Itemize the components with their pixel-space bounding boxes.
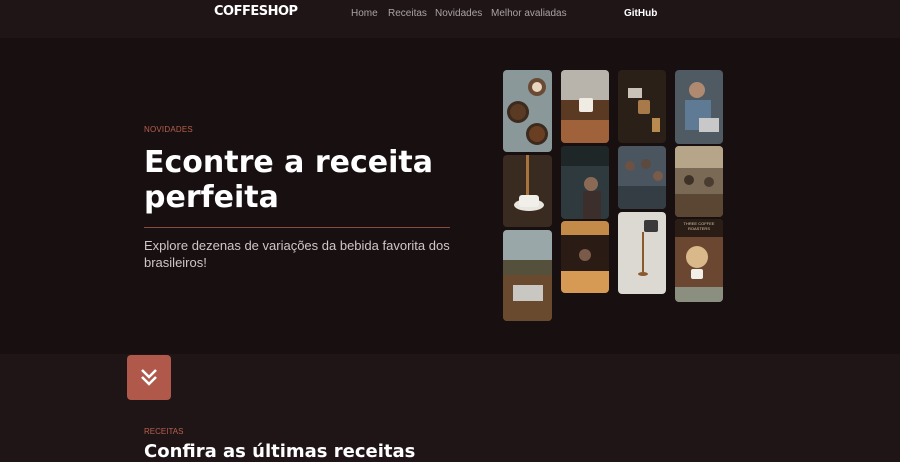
nav-link-novidades[interactable]: Novidades (435, 8, 482, 19)
gallery-image (618, 70, 666, 143)
nav-link-melhor-avaliadas[interactable]: Melhor avaliadas (491, 8, 567, 19)
logo[interactable]: COFFESHOP (214, 4, 298, 19)
gallery-image (675, 70, 723, 144)
github-link[interactable]: GitHub (624, 8, 657, 19)
nav-link-home[interactable]: Home (351, 8, 378, 19)
gallery-image (561, 221, 609, 293)
cafe-sign-text: THREE COFFEE ROASTERS (683, 221, 715, 231)
hero-title: Econtre a receita perfeita (144, 145, 433, 215)
hero-eyebrow: NOVIDADES (144, 125, 193, 134)
gallery-image (561, 70, 609, 143)
recipes-title: Confira as últimas receitas (144, 441, 416, 462)
gallery-image (618, 212, 666, 294)
hero-subtitle: Explore dezenas de variações da bebida f… (144, 238, 450, 270)
gallery-image (503, 70, 552, 152)
recipes-eyebrow: RECEITAS (144, 427, 184, 436)
gallery-image (561, 146, 609, 219)
gallery-image (503, 155, 552, 227)
scroll-down-button[interactable] (127, 355, 171, 400)
chevron-double-down-icon (141, 369, 157, 386)
hero-divider (144, 227, 450, 228)
gallery-image: THREE COFFEE ROASTERS (675, 219, 723, 302)
navbar: COFFESHOP Home Receitas Novidades Melhor… (0, 0, 900, 38)
nav-link-receitas[interactable]: Receitas (388, 8, 427, 19)
gallery-image (503, 230, 552, 321)
gallery-image (618, 146, 666, 209)
gallery-image (675, 146, 723, 217)
